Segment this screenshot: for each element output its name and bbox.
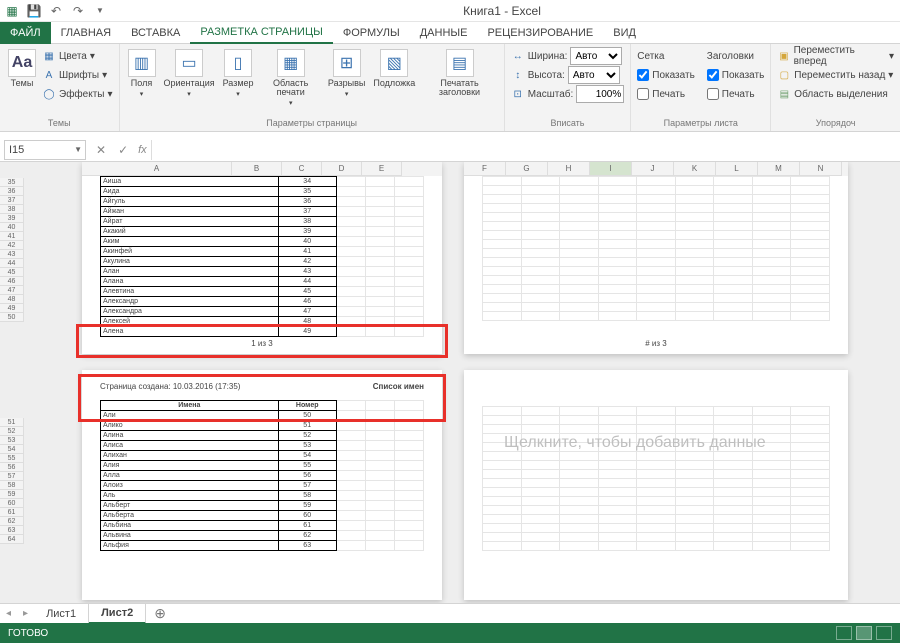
tab-home[interactable]: ГЛАВНАЯ <box>51 22 121 44</box>
effects-icon: ◯ <box>42 87 56 101</box>
themes-icon: Aa <box>8 49 36 77</box>
colors-icon: ▦ <box>42 49 56 63</box>
headings-print-checkbox[interactable] <box>707 88 719 100</box>
column-headers[interactable]: FGHIJKLMN <box>464 162 848 176</box>
print-area-button[interactable]: ▦Область печати▾ <box>260 47 322 109</box>
tab-data[interactable]: ДАННЫЕ <box>410 22 478 44</box>
status-text: ГОТОВО <box>8 628 48 639</box>
group-page-setup: ▥Поля▾ ▭Ориентация▾ ▯Размер▾ ▦Область пе… <box>120 44 505 131</box>
sheet-tab-1[interactable]: Лист1 <box>34 604 89 624</box>
group-themes: Aa Темы ▦Цвета ▾ AШрифты ▾ ◯Эффекты ▾ Те… <box>0 44 120 131</box>
scale-input[interactable] <box>576 85 624 103</box>
page-layout-view-button[interactable] <box>856 626 872 640</box>
sheet-nav-prev[interactable]: ◂ <box>0 608 17 619</box>
highlight-box-1 <box>76 324 448 358</box>
fx-button[interactable]: fx <box>134 144 151 156</box>
group-scale-to-fit: ↔Ширина:Авто ↕Высота:Авто ⊡Масштаб: Впис… <box>505 44 632 131</box>
orientation-button[interactable]: ▭Ориентация▾ <box>162 47 217 100</box>
margins-icon: ▥ <box>128 49 156 77</box>
tab-review[interactable]: РЕЦЕНЗИРОВАНИЕ <box>477 22 603 44</box>
empty-grid[interactable] <box>482 406 830 551</box>
size-button[interactable]: ▯Размер▾ <box>221 47 256 100</box>
effects-button[interactable]: ◯Эффекты ▾ <box>42 85 113 103</box>
formula-bar: I15▼ ✕ ✓ fx <box>0 138 900 162</box>
window-title: Книга1 - Excel <box>108 4 896 18</box>
themes-button[interactable]: Aa Темы <box>6 47 38 90</box>
selection-pane-button[interactable]: ▤Область выделения <box>777 85 894 103</box>
qat-dropdown-icon[interactable]: ▼ <box>92 3 108 19</box>
sheet-nav-next[interactable]: ▸ <box>17 608 34 619</box>
breaks-icon: ⊞ <box>333 49 361 77</box>
workspace: 35363738394041424344454647484950 5152535… <box>0 162 900 603</box>
sheet-tabs: ◂ ▸ Лист1 Лист2 ⊕ <box>0 603 900 623</box>
print-area-icon: ▦ <box>277 49 305 77</box>
tab-formulas[interactable]: ФОРМУЛЫ <box>333 22 410 44</box>
tab-page-layout[interactable]: РАЗМЕТКА СТРАНИЦЫ <box>190 22 332 44</box>
headings-show-checkbox[interactable] <box>707 69 719 81</box>
grid-print-checkbox[interactable] <box>637 88 649 100</box>
selection-pane-icon: ▤ <box>777 87 791 101</box>
page-footer: # из 3 <box>464 339 848 348</box>
title-bar: ▦ 💾 ↶ ↷ ▼ Книга1 - Excel <box>0 0 900 22</box>
fonts-icon: A <box>42 68 56 82</box>
print-titles-button[interactable]: ▤Печатать заголовки <box>421 47 497 99</box>
margins-button[interactable]: ▥Поля▾ <box>126 47 158 100</box>
background-button[interactable]: ▧Подложка <box>371 47 417 90</box>
grid-show-checkbox[interactable] <box>637 69 649 81</box>
add-sheet-button[interactable]: ⊕ <box>146 605 174 622</box>
ribbon-tabs: ФАЙЛ ГЛАВНАЯ ВСТАВКА РАЗМЕТКА СТРАНИЦЫ Ф… <box>0 22 900 44</box>
width-select[interactable]: Авто <box>570 47 622 65</box>
group-sheet-options: Сетка Показать Печать Заголовки Показать… <box>631 44 771 131</box>
names-table[interactable]: Аиша34Аида35Айгуль36Айжан37Айрат38Акакий… <box>100 176 424 337</box>
scale-icon: ⊡ <box>511 87 525 101</box>
bring-forward-button[interactable]: ▣Переместить вперед ▾ <box>777 47 894 65</box>
colors-button[interactable]: ▦Цвета ▾ <box>42 47 113 65</box>
tab-view[interactable]: ВИД <box>603 22 646 44</box>
column-headers[interactable]: ABCDE <box>82 162 442 176</box>
quick-access-toolbar: ▦ 💾 ↶ ↷ ▼ <box>4 3 108 19</box>
redo-icon[interactable]: ↷ <box>70 3 86 19</box>
print-titles-icon: ▤ <box>446 49 474 77</box>
background-icon: ▧ <box>380 49 408 77</box>
view-controls <box>836 626 892 640</box>
name-box[interactable]: I15▼ <box>4 140 86 160</box>
names-table-2[interactable]: ИменаНомер Али50Алико51Алина52Алиса53Али… <box>100 400 424 551</box>
normal-view-button[interactable] <box>836 626 852 640</box>
height-icon: ↕ <box>511 68 525 82</box>
width-icon: ↔ <box>511 49 525 63</box>
send-backward-button[interactable]: ▢Переместить назад ▾ <box>777 66 894 84</box>
page-break-view-button[interactable] <box>876 626 892 640</box>
cancel-icon[interactable]: ✕ <box>90 143 112 157</box>
excel-icon: ▦ <box>4 3 20 19</box>
size-icon: ▯ <box>224 49 252 77</box>
formula-input[interactable] <box>151 140 900 160</box>
send-backward-icon: ▢ <box>777 68 791 82</box>
breaks-button[interactable]: ⊞Разрывы▾ <box>326 47 367 100</box>
sheet-tab-2[interactable]: Лист2 <box>89 604 146 624</box>
empty-grid[interactable] <box>482 176 830 321</box>
confirm-icon[interactable]: ✓ <box>112 143 134 157</box>
tab-insert[interactable]: ВСТАВКА <box>121 22 190 44</box>
orientation-icon: ▭ <box>175 49 203 77</box>
group-arrange: ▣Переместить вперед ▾ ▢Переместить назад… <box>771 44 900 131</box>
ribbon: Aa Темы ▦Цвета ▾ AШрифты ▾ ◯Эффекты ▾ Те… <box>0 44 900 132</box>
highlight-box-2 <box>78 374 446 422</box>
page-3[interactable]: 123456789101112131415161718 FGHIJKLMN # … <box>464 162 848 354</box>
height-select[interactable]: Авто <box>568 66 620 84</box>
fonts-button[interactable]: AШрифты ▾ <box>42 66 113 84</box>
row-headers[interactable]: 5152535455565758596061626364 <box>0 418 24 544</box>
page-4[interactable]: Щелкните, чтобы добавить данные <box>464 370 848 600</box>
namebox-dropdown-icon[interactable]: ▼ <box>74 145 85 154</box>
undo-icon[interactable]: ↶ <box>48 3 64 19</box>
bring-forward-icon: ▣ <box>777 49 790 63</box>
status-bar: ГОТОВО <box>0 623 900 643</box>
save-icon[interactable]: 💾 <box>26 3 42 19</box>
row-headers[interactable]: 35363738394041424344454647484950 <box>0 178 24 322</box>
tab-file[interactable]: ФАЙЛ <box>0 22 51 44</box>
